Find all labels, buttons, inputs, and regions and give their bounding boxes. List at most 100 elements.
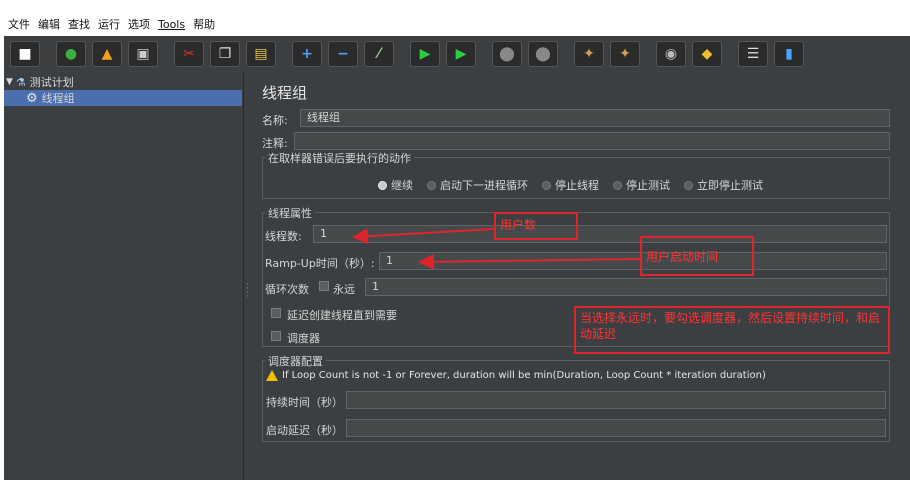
delay-thread-creation-checkbox[interactable] <box>271 308 281 318</box>
copy-icon: ❐ <box>218 46 232 62</box>
collapse-icon: − <box>337 46 349 62</box>
copy-button[interactable]: ❐ <box>210 41 240 67</box>
toggle-button[interactable]: ⁄ <box>364 41 394 67</box>
expand-arrow-icon[interactable]: ▼ <box>6 77 13 87</box>
radio-icon[interactable] <box>684 180 693 190</box>
help-icon: ▮ <box>785 46 793 62</box>
search-icon: ◉ <box>664 46 678 62</box>
rampup-input[interactable]: 1 <box>379 252 887 270</box>
scheduler-warning-text: If Loop Count is not -1 or Forever, dura… <box>282 370 766 381</box>
loop-count-label: 循环次数 <box>265 283 309 296</box>
scheduler-checkbox[interactable] <box>271 331 281 341</box>
comment-label: 注释: <box>262 137 288 150</box>
start-no-pause-button[interactable]: ▶ <box>446 41 476 67</box>
radio-icon[interactable] <box>427 180 436 190</box>
open-icon: ▲ <box>101 46 113 62</box>
startup-delay-label: 启动延迟（秒） <box>266 424 343 437</box>
error-action-options: 继续 启动下一进程循环 停止线程 停止测试 立即停止测试 <box>378 177 777 193</box>
function-helper-button[interactable]: ☰ <box>738 41 768 67</box>
shutdown-icon: ⬤ <box>535 46 551 62</box>
clear-icon: ✦ <box>583 46 595 62</box>
gear-icon: ⚙ <box>26 90 38 106</box>
cut-button[interactable]: ✂ <box>174 41 204 67</box>
tree-item-test-plan-label: 测试计划 <box>29 76 74 89</box>
search-button[interactable]: ◉ <box>656 41 686 67</box>
save-icon: ▣ <box>136 46 150 62</box>
delay-thread-creation-label: 延迟创建线程直到需要 <box>287 309 397 322</box>
start-no-pause-icon: ▶ <box>455 46 467 62</box>
menu-run[interactable]: 运行 <box>98 16 120 32</box>
stop-button[interactable]: ⬤ <box>492 41 522 67</box>
clear-button[interactable]: ✦ <box>574 41 604 67</box>
annotation-users: 用户数 <box>494 212 578 240</box>
new-button[interactable]: ■ <box>10 41 40 67</box>
forever-checkbox[interactable] <box>319 281 329 291</box>
paste-icon: ▤ <box>254 46 268 62</box>
expand-icon: + <box>301 46 313 62</box>
reset-search-button[interactable]: ◆ <box>692 41 722 67</box>
radio-icon[interactable] <box>542 180 551 190</box>
error-action-option-label: 立即停止测试 <box>697 179 763 192</box>
test-plan-tree: ▼ ⚗ 测试计划 ⚙ 线程组 <box>4 72 244 480</box>
annotation-scheduler-note: 当选择永远时，要勾选调度器，然后设置持续时间，和启动延迟 <box>574 306 890 354</box>
tree-item-thread-group[interactable]: ⚙ 线程组 <box>4 90 242 106</box>
error-action-option-0[interactable]: 继续 <box>378 177 413 193</box>
collapse-button[interactable]: − <box>328 41 358 67</box>
duration-label: 持续时间（秒） <box>266 396 343 409</box>
error-action-option-label: 继续 <box>391 179 413 192</box>
start-button[interactable]: ▶ <box>410 41 440 67</box>
error-action-option-3[interactable]: 停止测试 <box>613 177 670 193</box>
function-helper-icon: ☰ <box>746 46 760 62</box>
error-action-option-1[interactable]: 启动下一进程循环 <box>427 177 528 193</box>
duration-input[interactable] <box>346 391 886 409</box>
window-top-strip <box>0 0 910 14</box>
thread-count-label: 线程数: <box>265 230 302 243</box>
help-button[interactable]: ▮ <box>774 41 804 67</box>
paste-button[interactable]: ▤ <box>246 41 276 67</box>
splitter[interactable] <box>244 72 252 480</box>
thread-properties-legend: 线程属性 <box>265 205 315 221</box>
cut-icon: ✂ <box>183 46 195 62</box>
comment-input[interactable] <box>294 132 890 150</box>
toolbar: ■ ● ▲ ▣ ✂ ❐ ▤ + − ⁄ ▶ ▶ ⬤ ⬤ ✦ ✦ ◉ ◆ ☰ ▮ <box>4 36 910 72</box>
scheduler-config-legend: 调度器配置 <box>265 353 326 369</box>
forever-label: 永远 <box>333 283 355 296</box>
menu-edit[interactable]: 编辑 <box>38 16 60 32</box>
radio-icon[interactable] <box>613 180 622 190</box>
menu-options[interactable]: 选项 <box>128 16 150 32</box>
menu-search[interactable]: 查找 <box>68 16 90 32</box>
splitter-grip-icon[interactable]: · · · · <box>246 281 249 302</box>
menu-file[interactable]: 文件 <box>8 16 30 32</box>
shutdown-button[interactable]: ⬤ <box>528 41 558 67</box>
error-action-option-4[interactable]: 立即停止测试 <box>684 177 763 193</box>
clear-all-icon: ✦ <box>619 46 631 62</box>
scheduler-label: 调度器 <box>287 332 320 345</box>
loop-count-input[interactable]: 1 <box>365 278 887 296</box>
rampup-label: Ramp-Up时间（秒）: <box>265 257 375 270</box>
new-icon: ■ <box>18 46 32 62</box>
templates-button[interactable]: ● <box>56 41 86 67</box>
thread-count-input[interactable]: 1 <box>313 225 887 243</box>
save-button[interactable]: ▣ <box>128 41 158 67</box>
startup-delay-input[interactable] <box>346 419 886 437</box>
radio-icon[interactable] <box>378 180 387 190</box>
open-button[interactable]: ▲ <box>92 41 122 67</box>
reset-search-icon: ◆ <box>701 46 713 62</box>
tree-item-test-plan[interactable]: ▼ ⚗ 测试计划 <box>6 74 74 90</box>
toggle-icon: ⁄ <box>377 46 381 62</box>
warning-icon <box>266 370 278 381</box>
error-action-option-2[interactable]: 停止线程 <box>542 177 599 193</box>
templates-icon: ● <box>64 46 78 62</box>
start-icon: ▶ <box>419 46 431 62</box>
thread-group-panel: 线程组 名称: 线程组 注释: 在取样器错误后要执行的动作 继续 启动下一进程循环… <box>252 72 910 480</box>
menu-bar: 文件 编辑 查找 运行 选项 Tools 帮助 <box>0 14 910 34</box>
menu-tools[interactable]: Tools <box>158 18 185 31</box>
test-plan-icon: ⚗ <box>15 75 26 89</box>
expand-button[interactable]: + <box>292 41 322 67</box>
error-action-legend: 在取样器错误后要执行的动作 <box>265 150 414 166</box>
error-action-option-label: 停止测试 <box>626 179 670 192</box>
clear-all-button[interactable]: ✦ <box>610 41 640 67</box>
annotation-rampup: 用户启动时间 <box>640 236 754 276</box>
name-input[interactable]: 线程组 <box>300 109 890 127</box>
menu-help[interactable]: 帮助 <box>193 16 215 32</box>
